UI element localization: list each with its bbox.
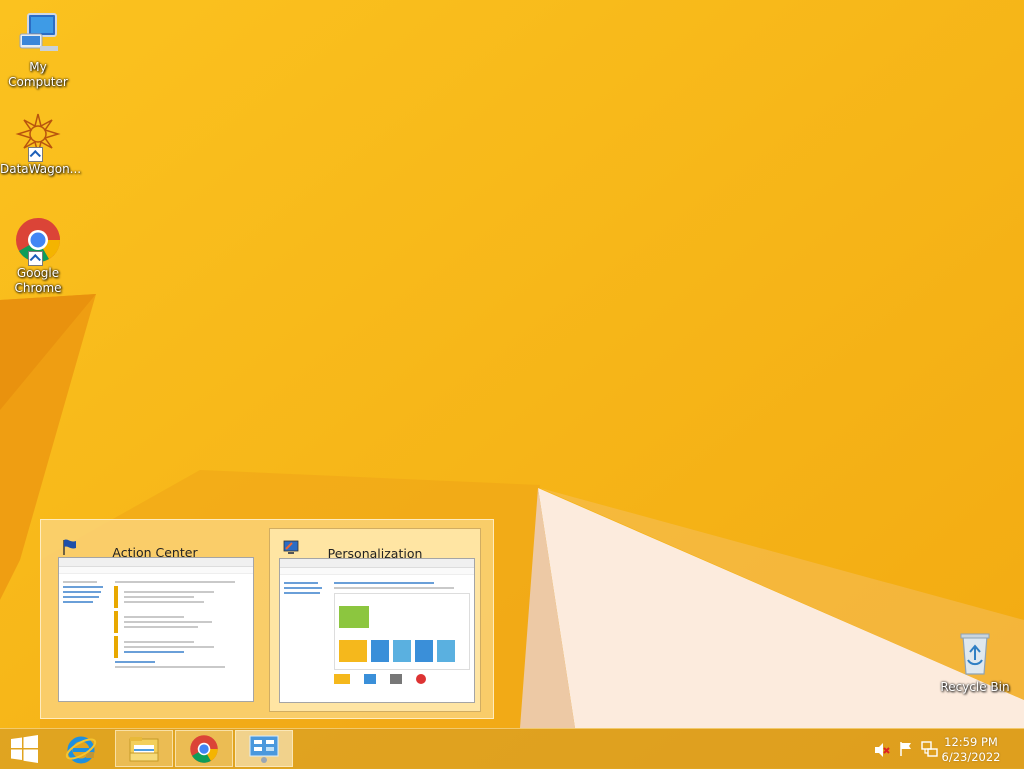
internet-explorer-icon [65,736,97,764]
taskbar-control-panel[interactable] [235,730,293,767]
desktop-icon-google-chrome[interactable]: Google Chrome [0,216,76,296]
desktop-icon-my-computer[interactable]: My Computer [0,10,76,90]
taskbar-thumbnail-popup: Action Center Personalization [40,519,494,719]
computer-icon [14,10,62,58]
shortcut-arrow-icon [28,251,43,266]
taskbar: 12:59 PM 6/23/2022 [0,728,1024,769]
taskbar-internet-explorer[interactable] [52,729,110,769]
recycle-bin-icon [951,630,999,678]
datawagon-icon [14,112,62,162]
desktop-icon-recycle-bin[interactable]: Recycle Bin [937,630,1013,695]
desktop-icon-label: Google Chrome [14,266,62,295]
desktop-icon-label: DataWagon... [0,162,82,176]
chrome-icon [14,216,62,266]
taskbar-google-chrome[interactable] [175,730,233,767]
thumbnail-action-center[interactable]: Action Center [49,528,261,712]
desktop-icon-label: My Computer [8,60,68,89]
start-button[interactable] [0,729,50,769]
desktop-icon-label: Recycle Bin [940,680,1010,694]
system-tray: 12:59 PM 6/23/2022 [868,729,1024,769]
chrome-icon [190,735,218,763]
file-explorer-icon [129,737,159,762]
thumbnail-personalization[interactable]: Personalization [269,528,481,712]
speaker-muted-icon[interactable] [874,742,890,758]
windows-logo-icon [11,735,38,763]
taskbar-clock[interactable]: 12:59 PM 6/23/2022 [936,735,1006,765]
shortcut-arrow-icon [28,147,43,162]
clock-date: 6/23/2022 [941,750,1001,764]
control-panel-icon [249,735,279,763]
desktop-icon-datawagon[interactable]: DataWagon... [0,112,81,177]
flag-icon[interactable] [898,741,914,757]
taskbar-file-explorer[interactable] [115,730,173,767]
personalization-preview [279,558,475,703]
clock-time: 12:59 PM [944,735,998,749]
action-center-preview [58,557,254,702]
